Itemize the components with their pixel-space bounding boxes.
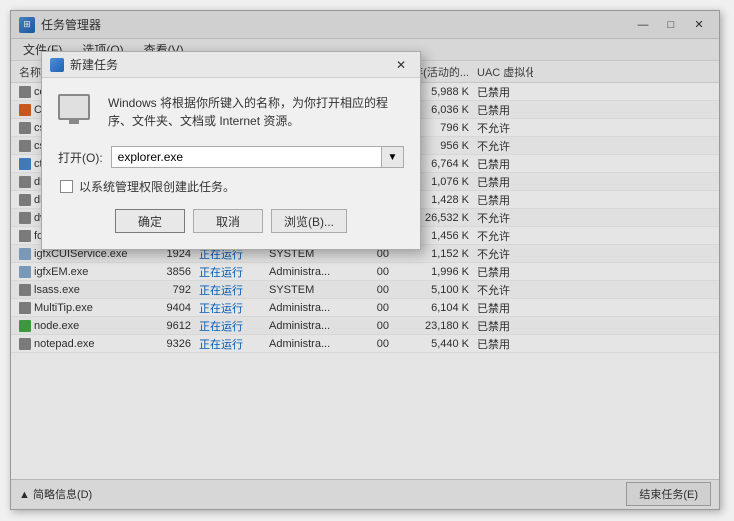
open-label: 打开(O): [58,149,103,166]
modal-overlay: 新建任务 ✕ Windows 将根据你所键入的名称，为你打开相应的程序、文件夹、… [11,11,719,509]
confirm-button[interactable]: 确定 [115,209,185,233]
modal-icon [50,58,64,72]
modal-close-button[interactable]: ✕ [390,56,412,74]
modal-info-text: Windows 将根据你所键入的名称，为你打开相应的程序、文件夹、文档或 Int… [108,94,404,130]
modal-buttons: 确定 取消 浏览(B)... [58,209,404,233]
browse-button[interactable]: 浏览(B)... [271,209,347,233]
modal-title-bar: 新建任务 ✕ [42,52,420,78]
modal-monitor-icon [58,94,96,132]
modal-info-row: Windows 将根据你所键入的名称，为你打开相应的程序、文件夹、文档或 Int… [58,94,404,132]
modal-body: Windows 将根据你所键入的名称，为你打开相应的程序、文件夹、文档或 Int… [42,78,420,249]
input-wrapper: ▼ [111,146,404,168]
monitor-shape [58,94,90,120]
new-task-dialog: 新建任务 ✕ Windows 将根据你所键入的名称，为你打开相应的程序、文件夹、… [41,51,421,250]
checkbox-label: 以系统管理权限创建此任务。 [79,178,235,195]
modal-title-left: 新建任务 [50,56,118,73]
dropdown-button[interactable]: ▼ [382,146,404,168]
admin-checkbox[interactable] [60,180,73,193]
open-input[interactable] [111,146,382,168]
checkbox-row: 以系统管理权限创建此任务。 [58,178,404,195]
modal-title: 新建任务 [70,56,118,73]
modal-open-row: 打开(O): ▼ [58,146,404,168]
cancel-button[interactable]: 取消 [193,209,263,233]
taskmanager-window: ⊞ 任务管理器 — □ ✕ 文件(F) 选项(O) 查看(V) 名称 PID 状… [10,10,720,510]
